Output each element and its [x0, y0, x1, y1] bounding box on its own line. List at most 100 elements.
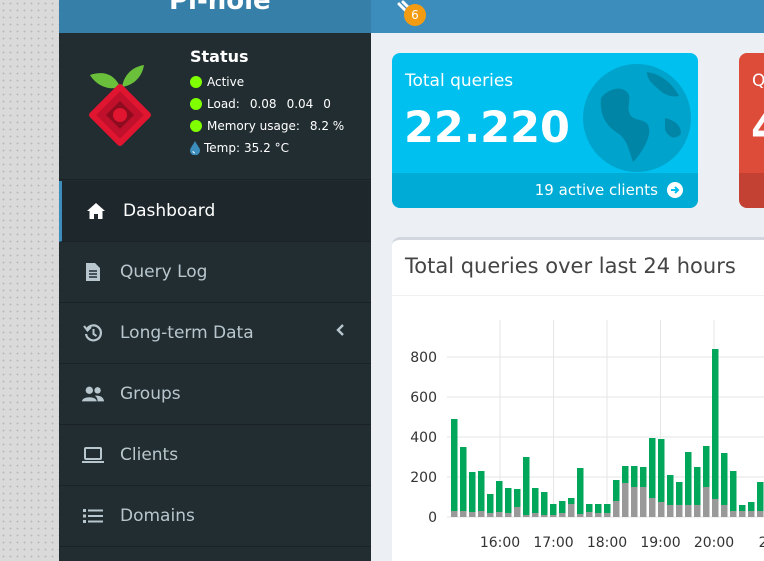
- sidebar-item-label: Domains: [120, 506, 195, 526]
- bar-permitted: [505, 488, 512, 513]
- bar-blocked: [496, 512, 503, 517]
- bar-permitted: [478, 471, 485, 511]
- sidebar-item-clients[interactable]: Clients: [59, 425, 371, 486]
- bar-permitted: [649, 438, 656, 498]
- users-icon: [82, 383, 104, 405]
- bar-blocked: [622, 483, 629, 517]
- bar-permitted: [721, 453, 728, 505]
- total-queries-box: Total queries 22.220 19 active clients: [392, 53, 698, 208]
- arrow-circle-right-icon: [667, 182, 683, 198]
- sidebar-item-label: Long-term Data: [120, 323, 254, 343]
- bar-blocked: [595, 513, 602, 517]
- bar-blocked: [649, 498, 656, 517]
- sidebar-item-domains[interactable]: Domains: [59, 486, 371, 547]
- sidebar-item-long-term-data[interactable]: Long-term Data: [59, 303, 371, 364]
- bar-permitted: [658, 439, 665, 502]
- bar-blocked: [712, 499, 719, 517]
- list-icon: [82, 505, 104, 527]
- bar-blocked: [478, 511, 485, 517]
- load-1: 0.08: [249, 97, 277, 111]
- queries-chart-box: Total queries over last 24 hours 0 200 400…: [392, 237, 764, 561]
- bar-blocked: [694, 505, 701, 517]
- bar-permitted: [532, 488, 539, 513]
- bar-permitted: [595, 504, 602, 513]
- active-clients-link[interactable]: 19 active clients: [392, 173, 698, 208]
- y-tick-label: 400: [410, 430, 437, 446]
- logo-area[interactable]: Pi-hole: [59, 0, 371, 33]
- sidebar-item-dashboard[interactable]: Dashboard: [59, 181, 371, 242]
- bar-permitted: [550, 504, 557, 515]
- bar-blocked: [640, 487, 647, 517]
- status-temp: Temp: 35.2 °C: [190, 137, 344, 159]
- bar-blocked: [721, 505, 728, 517]
- bar-permitted: [622, 466, 629, 483]
- bar-permitted: [496, 481, 503, 512]
- queries-blocked-box: Q 4: [739, 53, 764, 208]
- bar-blocked: [631, 487, 638, 517]
- bar-permitted: [604, 504, 611, 513]
- bar-permitted: [685, 452, 692, 505]
- bar-permitted: [631, 466, 638, 487]
- status-panel: Status Active Load: 0.08 0.04 0 Memory u…: [59, 33, 371, 180]
- temp-label: Temp:: [204, 141, 241, 155]
- logo-text: Pi-hole: [169, 0, 271, 16]
- bar-permitted: [586, 504, 593, 512]
- notification-badge[interactable]: 6: [404, 4, 426, 26]
- bar-permitted: [541, 492, 548, 515]
- y-tick-label: 0: [428, 510, 437, 526]
- bar-blocked: [568, 504, 575, 517]
- sidebar-item-label: Clients: [120, 445, 179, 465]
- status-active-text: Active: [207, 75, 245, 89]
- x-tick-label: 17:00: [533, 535, 573, 551]
- bar-permitted: [460, 447, 467, 511]
- memory-label: Memory usage:: [207, 119, 300, 133]
- bar-blocked: [541, 515, 548, 517]
- x-tick-label: 18:00: [587, 535, 627, 551]
- bar-blocked: [487, 513, 494, 517]
- bar-permitted: [514, 489, 521, 507]
- memory-value: 8.2 %: [309, 119, 345, 133]
- bar-blocked: [577, 514, 584, 517]
- bar-permitted: [640, 467, 647, 487]
- status-memory: Memory usage: 8.2 %: [190, 115, 344, 137]
- history-icon: [82, 322, 104, 344]
- bar-blocked: [460, 511, 467, 517]
- bar-blocked: [469, 512, 476, 517]
- bar-permitted: [757, 482, 764, 511]
- bar-blocked: [757, 511, 764, 517]
- bar-blocked: [586, 512, 593, 517]
- pihole-logo-icon: [89, 65, 151, 146]
- active-clients-text: 19 active clients: [534, 181, 658, 199]
- chevron-left-icon: [336, 324, 344, 336]
- bar-permitted: [469, 472, 476, 512]
- bar-blocked: [523, 515, 530, 517]
- total-queries-value: 22.220: [404, 103, 570, 153]
- bar-permitted: [748, 502, 755, 511]
- bar-permitted: [451, 419, 458, 511]
- x-tick-label: 21: [759, 535, 764, 551]
- app-window: Pi-hole 6 Status Active Load: 0.08 0.04 …: [59, 0, 764, 561]
- y-tick-label: 600: [410, 390, 437, 406]
- bar-blocked: [730, 511, 737, 517]
- queries-blocked-value: 4: [751, 103, 764, 153]
- bar-blocked: [739, 511, 746, 517]
- bar-permitted: [487, 494, 494, 513]
- bar-permitted: [568, 498, 575, 504]
- y-tick-label: 200: [410, 470, 437, 486]
- sidebar-menu: Dashboard Query Log Long-term Data Group…: [59, 181, 371, 547]
- queries-blocked-label: Q: [752, 71, 764, 91]
- temperature-drop-icon: [190, 141, 200, 155]
- bar-permitted: [667, 475, 674, 505]
- main-content: Total queries 22.220 19 active clients Q…: [371, 33, 764, 561]
- bar-permitted: [577, 468, 584, 514]
- load-ok-dot-icon: [190, 98, 202, 110]
- sidebar-item-groups[interactable]: Groups: [59, 364, 371, 425]
- memory-ok-dot-icon: [190, 120, 202, 132]
- bar-blocked: [514, 507, 521, 517]
- x-tick-label: 20:00: [694, 535, 734, 551]
- top-navbar: Pi-hole 6: [59, 0, 764, 33]
- queries-over-time-chart[interactable]: 0 200 400 600 800 16:00 17:00 18:00 19:00 20:00 21: [392, 240, 764, 561]
- bar-permitted: [694, 467, 701, 505]
- sidebar-item-query-log[interactable]: Query Log: [59, 242, 371, 303]
- queries-blocked-footer[interactable]: [739, 173, 764, 208]
